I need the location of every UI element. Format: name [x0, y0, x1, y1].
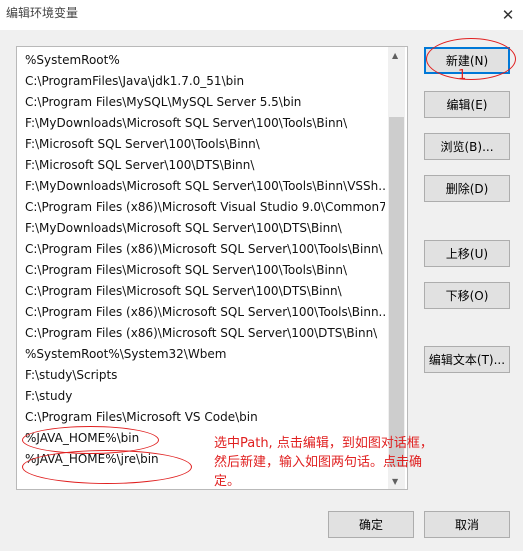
close-icon[interactable]: ✕ [493, 0, 523, 30]
scrollbar-thumb[interactable] [389, 117, 404, 467]
cancel-button[interactable]: 取消 [424, 511, 510, 538]
move-down-button[interactable]: 下移(O) [424, 282, 510, 309]
ok-button[interactable]: 确定 [328, 511, 414, 538]
delete-button[interactable]: 删除(D) [424, 175, 510, 202]
list-item[interactable]: C:\Program Files (x86)\Microsoft SQL Ser… [25, 323, 385, 343]
annotation-circle-new [426, 38, 516, 80]
list-item[interactable]: F:\study [25, 386, 385, 406]
annotation-note-line-1: 选中Path, 点击编辑，到如图对话框， [214, 436, 433, 451]
list-item[interactable]: C:\Program Files (x86)\Microsoft SQL Ser… [25, 239, 385, 259]
annotation-note-line-3: 定。 [214, 474, 241, 489]
annotation-step-number: 1 [458, 68, 467, 83]
list-item[interactable]: F:\MyDownloads\Microsoft SQL Server\100\… [25, 176, 385, 196]
list-item[interactable]: C:\Program Files\Microsoft SQL Server\10… [25, 260, 385, 280]
list-item[interactable]: C:\Program Files\MySQL\MySQL Server 5.5\… [25, 92, 385, 112]
path-list[interactable]: %SystemRoot% C:\ProgramFiles\Java\jdk1.7… [16, 46, 408, 490]
edit-text-button[interactable]: 编辑文本(T)... [424, 346, 510, 373]
list-item[interactable]: %SystemRoot%\System32\Wbem [25, 344, 385, 364]
scroll-up-icon[interactable]: ▲ [392, 51, 398, 60]
vertical-scrollbar[interactable]: ▲ ▼ [388, 47, 405, 489]
annotation-circle-jre-bin [22, 450, 192, 484]
list-item[interactable]: %SystemRoot% [25, 50, 385, 70]
title-bar: 编辑环境变量 ✕ [0, 0, 523, 30]
list-item[interactable]: C:\ProgramFiles\Java\jdk1.7.0_51\bin [25, 71, 385, 91]
list-item[interactable]: F:\MyDownloads\Microsoft SQL Server\100\… [25, 113, 385, 133]
list-item[interactable]: C:\Program Files (x86)\Microsoft SQL Ser… [25, 302, 385, 322]
list-item[interactable]: C:\Program Files\Microsoft VS Code\bin [25, 407, 385, 427]
list-item[interactable]: F:\study\Scripts [25, 365, 385, 385]
list-item[interactable]: F:\MyDownloads\Microsoft SQL Server\100\… [25, 218, 385, 238]
browse-button[interactable]: 浏览(B)... [424, 133, 510, 160]
list-item[interactable]: C:\Program Files (x86)\Microsoft Visual … [25, 197, 385, 217]
list-item[interactable]: F:\Microsoft SQL Server\100\DTS\Binn\ [25, 155, 385, 175]
move-up-button[interactable]: 上移(U) [424, 240, 510, 267]
list-item[interactable]: F:\Microsoft SQL Server\100\Tools\Binn\ [25, 134, 385, 154]
list-item[interactable]: C:\Program Files\Microsoft SQL Server\10… [25, 281, 385, 301]
edit-button[interactable]: 编辑(E) [424, 91, 510, 118]
scroll-down-icon[interactable]: ▼ [392, 477, 398, 486]
window-title: 编辑环境变量 [6, 6, 79, 20]
annotation-note-line-2: 然后新建，输入如图两句话。点击确 [214, 455, 423, 470]
